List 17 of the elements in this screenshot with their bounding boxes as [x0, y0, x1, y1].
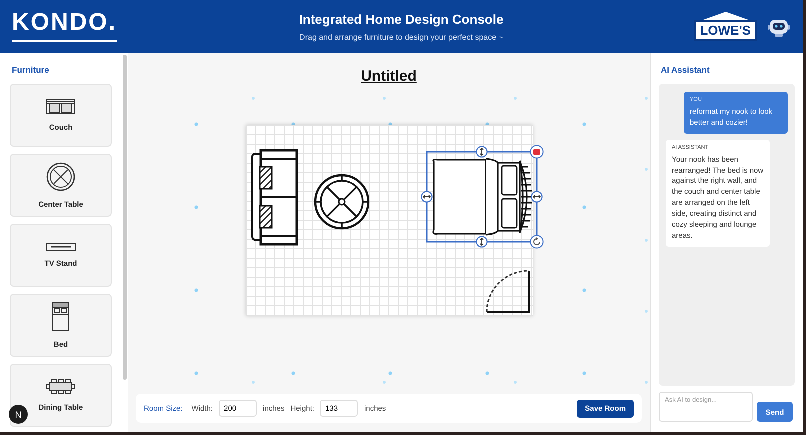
- app-title: Integrated Home Design Console: [299, 12, 504, 26]
- door-drawing[interactable]: [486, 270, 530, 313]
- round-table-drawing[interactable]: [314, 174, 370, 230]
- scrollbar[interactable]: [123, 55, 127, 380]
- couch-icon: [46, 99, 76, 115]
- brand-logo: LOWE'S: [694, 12, 757, 41]
- panel-title: AI Assistant: [660, 64, 711, 77]
- logo: KONDO.: [12, 11, 117, 42]
- panel-title: Furniture: [11, 64, 50, 77]
- bed-drawing[interactable]: [420, 145, 544, 249]
- app-subtitle: Drag and arrange furniture to design your perfect space ~: [300, 32, 504, 42]
- round-table-icon: [46, 162, 76, 192]
- dining-table-icon: [46, 379, 76, 395]
- room-title[interactable]: Untitled: [361, 68, 417, 85]
- tv-stand-icon: [46, 243, 76, 251]
- bed-icon: [52, 302, 70, 332]
- couch-drawing[interactable]: [250, 149, 298, 246]
